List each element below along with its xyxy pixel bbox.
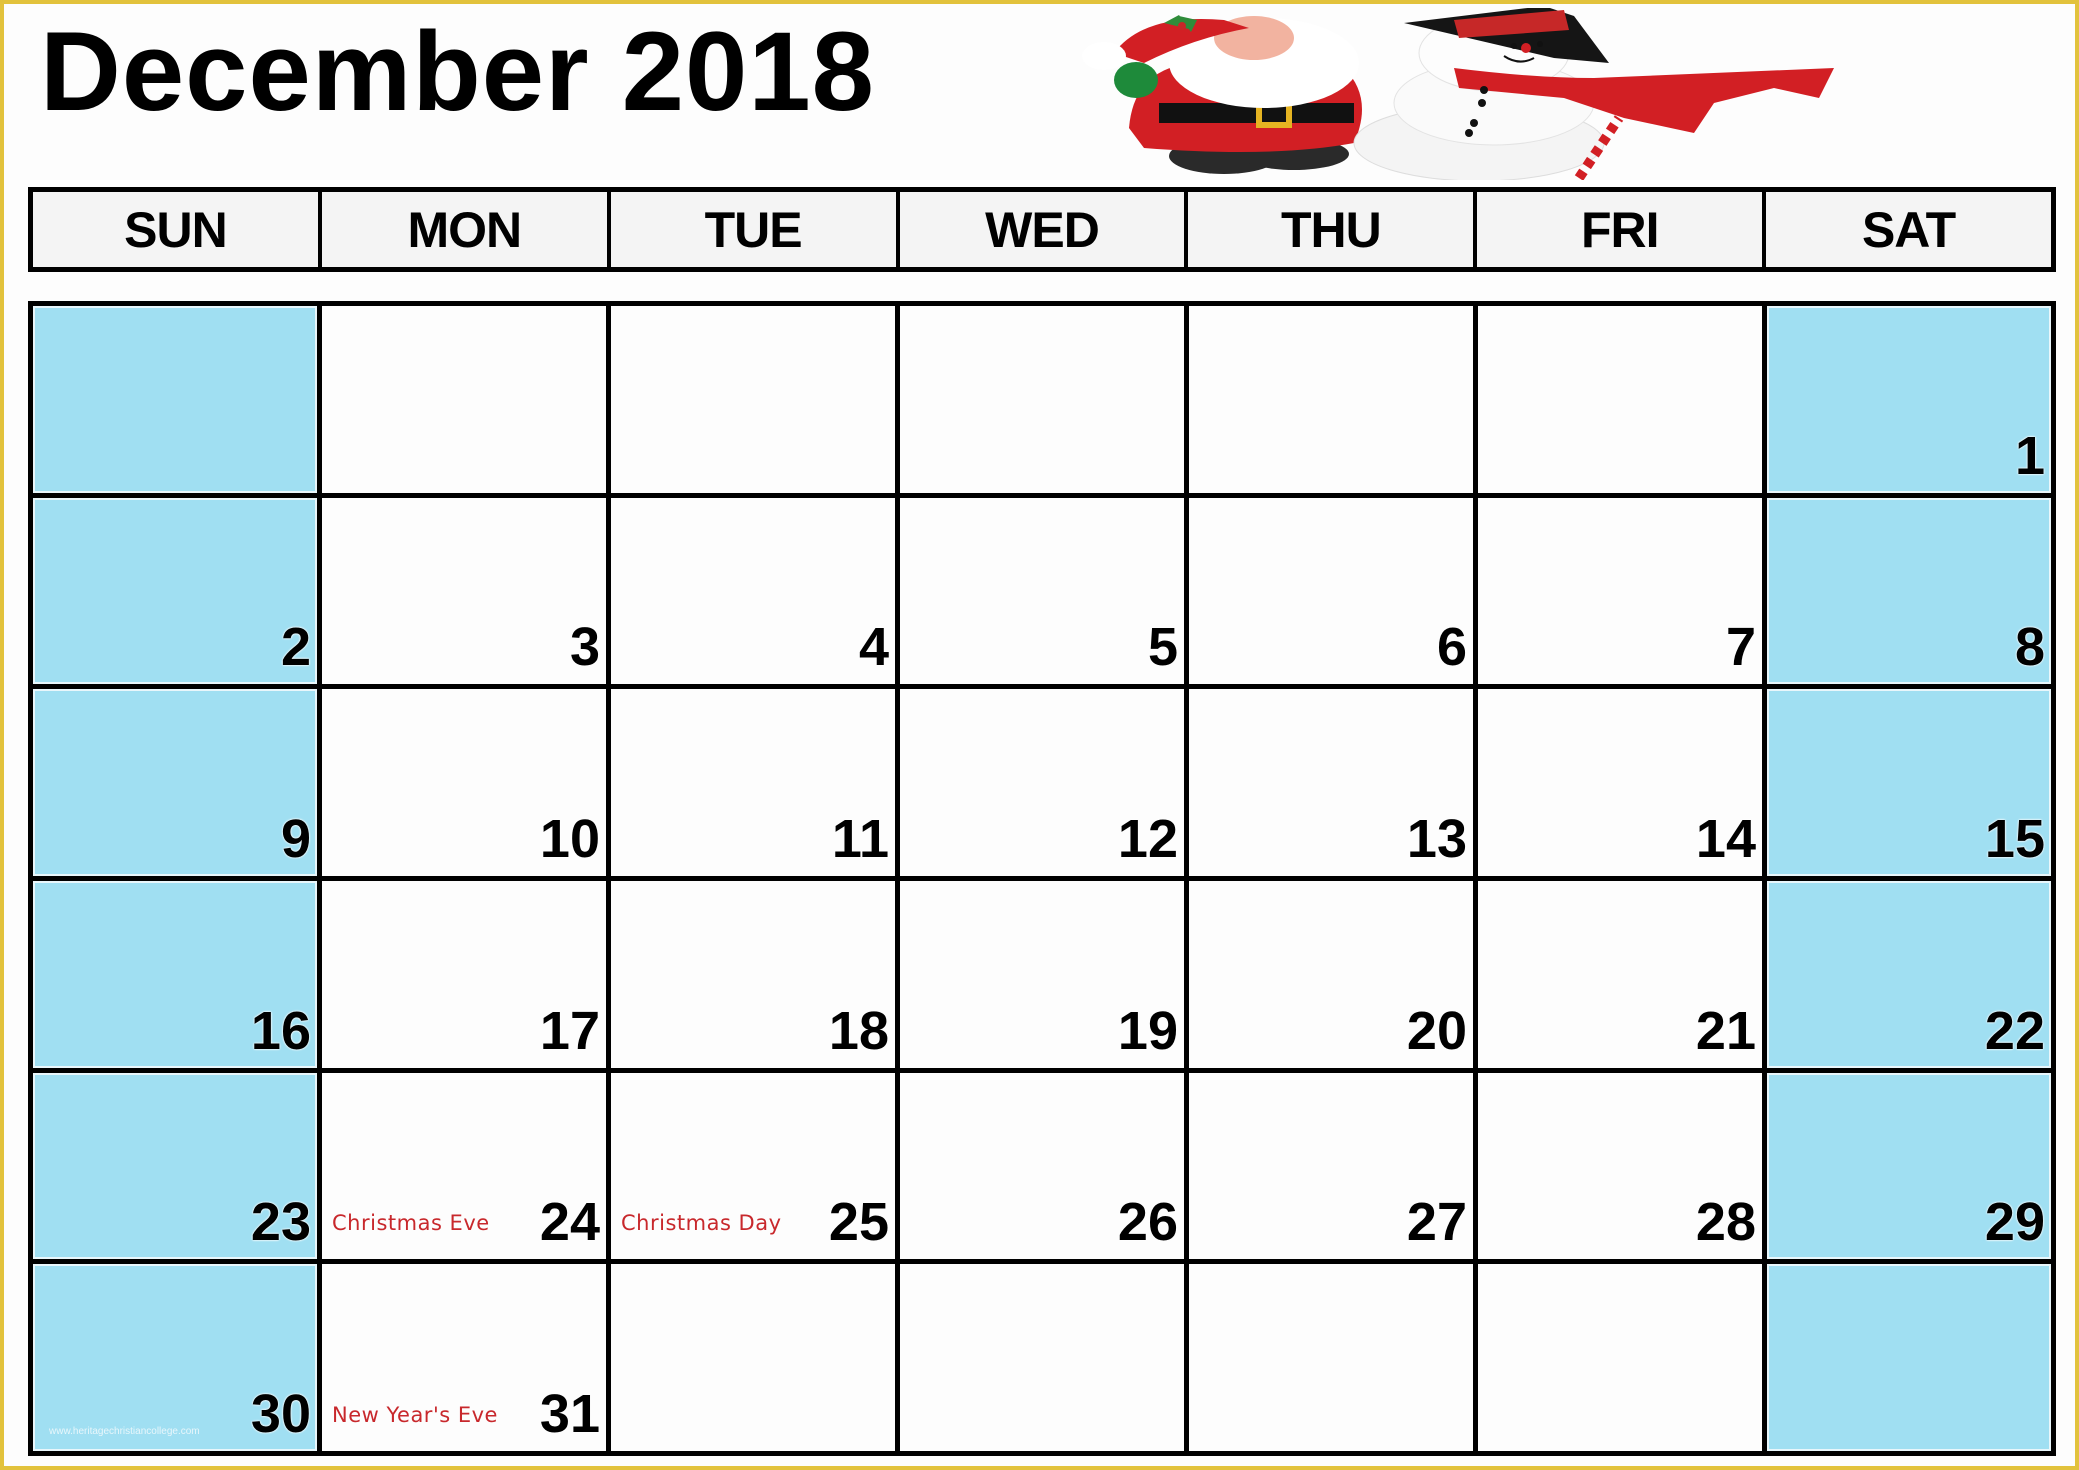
day-cell[interactable]: 3 <box>322 497 606 685</box>
day-cell[interactable]: 20 <box>1189 881 1473 1068</box>
day-cell[interactable]: 18 <box>611 881 895 1068</box>
day-number: 6 <box>1436 617 1467 678</box>
empty-day-cell[interactable] <box>1767 1264 2051 1451</box>
empty-day-cell[interactable] <box>33 306 317 493</box>
day-number: 30 <box>250 1384 311 1444</box>
weekday-thu: THU <box>1188 192 1478 267</box>
day-number: 21 <box>1695 1000 1756 1061</box>
day-cell[interactable]: 12 <box>900 689 1184 876</box>
day-cell[interactable]: 24 Christmas Eve <box>322 1072 606 1260</box>
day-number: 29 <box>1984 1192 2045 1253</box>
empty-day-cell[interactable] <box>611 306 895 493</box>
day-number: 19 <box>1117 1000 1178 1061</box>
day-cell[interactable]: 21 <box>1478 881 1762 1068</box>
day-cell[interactable]: 22 <box>1767 881 2051 1068</box>
day-cell[interactable]: 2 <box>33 497 317 685</box>
day-number: 4 <box>858 617 889 678</box>
day-cell[interactable]: 8 <box>1767 497 2051 685</box>
day-number: 14 <box>1695 809 1756 869</box>
day-number: 24 <box>539 1192 600 1253</box>
day-number: 17 <box>539 1000 600 1061</box>
day-number: 1 <box>2014 425 2045 486</box>
day-number: 20 <box>1406 1000 1467 1061</box>
day-cell[interactable]: 5 <box>900 497 1184 685</box>
day-number: 18 <box>828 1000 889 1061</box>
weekday-header: SUN MON TUE WED THU FRI SAT <box>28 187 2056 272</box>
calendar-grid: 1 2 3 4 5 6 7 8 9 10 11 12 13 14 15 16 17 18 19 20 21 22 23 24 C… <box>28 301 2056 1456</box>
snowman-icon <box>1353 8 1834 180</box>
day-number: 27 <box>1406 1192 1467 1253</box>
day-cell[interactable]: 9 <box>33 689 317 876</box>
day-number: 16 <box>250 1000 311 1061</box>
watermark-text: www.heritagechristiancollege.com <box>49 1426 200 1437</box>
weekday-sun: SUN <box>33 192 322 267</box>
day-number: 15 <box>1984 809 2045 869</box>
weekday-sat: SAT <box>1861 201 1956 258</box>
empty-day-cell[interactable] <box>1478 1264 1762 1451</box>
day-number: 26 <box>1117 1192 1178 1253</box>
day-cell[interactable]: 4 <box>611 497 895 685</box>
day-number: 9 <box>280 809 311 869</box>
day-cell[interactable]: 13 <box>1189 689 1473 876</box>
day-number: 2 <box>280 617 311 678</box>
empty-day-cell[interactable] <box>900 306 1184 493</box>
calendar-page: December 2018 SUN MON TUE WED THU FRI SA… <box>0 0 2079 1470</box>
day-number: 3 <box>569 617 600 678</box>
holiday-label: New Year's Eve <box>332 1403 498 1427</box>
day-number: 22 <box>1984 1000 2045 1061</box>
day-cell[interactable]: 29 <box>1767 1072 2051 1260</box>
day-cell[interactable]: 23 <box>33 1072 317 1260</box>
day-cell[interactable]: 26 <box>900 1072 1184 1260</box>
day-cell[interactable]: 7 <box>1478 497 1762 685</box>
day-cell[interactable]: 28 <box>1478 1072 1762 1260</box>
empty-day-cell[interactable] <box>900 1264 1184 1451</box>
day-number: 11 <box>831 809 889 869</box>
day-number: 8 <box>2014 617 2045 678</box>
empty-day-cell[interactable] <box>1189 306 1473 493</box>
santa-icon <box>1082 15 1362 174</box>
day-number: 23 <box>250 1192 311 1253</box>
calendar-title: December 2018 <box>40 9 875 134</box>
day-number: 7 <box>1725 617 1756 678</box>
day-cell[interactable]: 17 <box>322 881 606 1068</box>
empty-day-cell[interactable] <box>611 1264 895 1451</box>
empty-day-cell[interactable] <box>1189 1264 1473 1451</box>
day-cell[interactable]: 6 <box>1189 497 1473 685</box>
day-number: 5 <box>1147 617 1178 678</box>
day-cell[interactable]: 25 Christmas Day <box>611 1072 895 1260</box>
holiday-label: Christmas Eve <box>332 1211 490 1236</box>
day-cell[interactable]: 1 <box>1767 306 2051 493</box>
day-cell[interactable]: 30 www.heritagechristiancollege.com <box>33 1264 317 1451</box>
santa-and-snowman-illustration <box>1082 8 1834 180</box>
weekday-tue: TUE <box>611 192 900 267</box>
weekday-fri: FRI <box>1477 192 1767 267</box>
empty-day-cell[interactable] <box>1478 306 1762 493</box>
day-number: 13 <box>1406 809 1467 869</box>
day-cell[interactable]: 16 <box>33 881 317 1068</box>
weekday-wed: WED <box>900 192 1189 267</box>
day-cell[interactable]: 31 New Year's Eve <box>322 1264 606 1451</box>
day-cell[interactable]: 10 <box>322 689 606 876</box>
day-number: 31 <box>539 1384 600 1444</box>
day-cell[interactable]: 11 <box>611 689 895 876</box>
day-number: 28 <box>1695 1192 1756 1253</box>
day-number: 25 <box>828 1192 889 1253</box>
weekday-mon: MON <box>322 192 611 267</box>
day-cell[interactable]: 14 <box>1478 689 1762 876</box>
empty-day-cell[interactable] <box>322 306 606 493</box>
day-number: 10 <box>539 809 600 869</box>
holiday-label: Christmas Day <box>621 1211 782 1236</box>
day-cell[interactable]: 27 <box>1189 1072 1473 1260</box>
day-cell[interactable]: 19 <box>900 881 1184 1068</box>
day-number: 12 <box>1117 809 1178 869</box>
day-cell[interactable]: 15 <box>1767 689 2051 876</box>
